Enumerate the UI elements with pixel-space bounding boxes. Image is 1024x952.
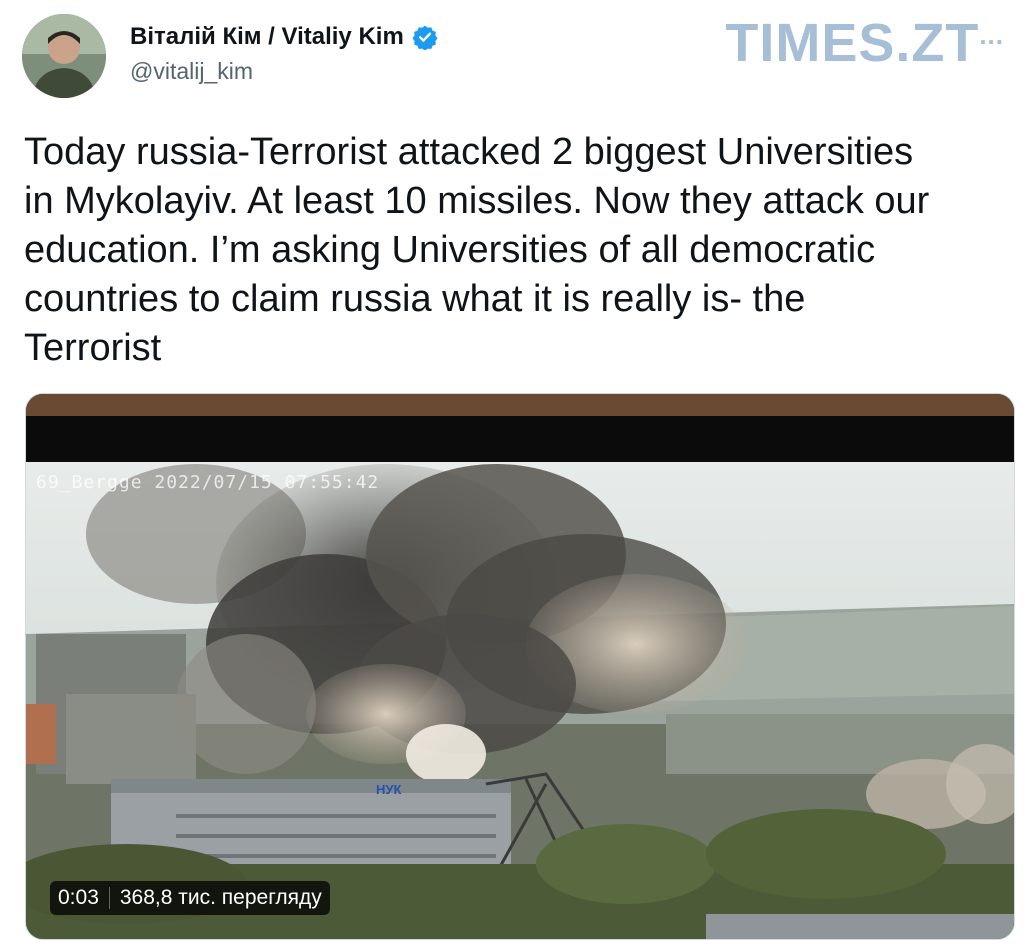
site-watermark-logo: TIMES.ZT...: [725, 12, 1004, 74]
building-sign: НУК: [376, 782, 401, 797]
video-views: 368,8 тис. перегляду: [119, 886, 322, 909]
tweet-video[interactable]: НУК 69_Bergge 2022/07/15 07:55:42 0:03 3…: [25, 393, 1015, 940]
author-handle[interactable]: @vitalij_kim: [130, 58, 438, 85]
video-meta-badge: 0:03 368,8 тис. перегляду: [50, 881, 330, 915]
watermark-text: TIMES.ZT: [725, 13, 980, 73]
watermark-dots: ...: [979, 20, 1004, 50]
author-display-name[interactable]: Віталій Кім / Vitaliy Kim: [130, 23, 404, 51]
video-time: 0:03: [58, 886, 99, 909]
user-avatar[interactable]: [22, 14, 106, 98]
camera-timestamp-overlay: 69_Bergge 2022/07/15 07:55:42: [36, 472, 380, 493]
tweet-header: Віталій Кім / Vitaliy Kim @vitalij_kim T…: [22, 12, 1012, 102]
meta-divider: [108, 887, 110, 909]
tweet-text: Today russia-Terrorist attacked 2 bigges…: [24, 131, 930, 369]
verified-badge-icon: [412, 24, 438, 51]
author-names: Віталій Кім / Vitaliy Kim @vitalij_kim: [130, 22, 438, 85]
